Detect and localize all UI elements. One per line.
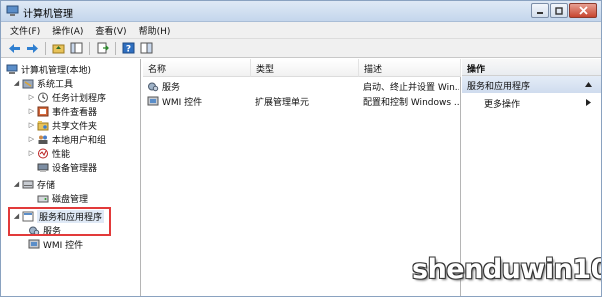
column-header-description[interactable]: 描述 [359, 59, 461, 77]
clock-icon [37, 92, 49, 103]
tree-label: 设备管理器 [52, 163, 98, 174]
tree-label: 性能 [52, 149, 71, 160]
help-button[interactable]: ? [121, 41, 136, 55]
list-row[interactable]: WMI 控件 扩展管理单元 配置和控制 Windows ... [143, 94, 461, 109]
highlight-annotation [8, 207, 111, 236]
services-icon [147, 81, 159, 92]
row-description: 配置和控制 Windows ... [363, 98, 459, 108]
back-arrow-icon [9, 43, 20, 53]
row-name-cell: 服务 [147, 80, 251, 93]
menu-file[interactable]: 文件(F) [5, 24, 47, 37]
submenu-arrow-icon [586, 99, 591, 106]
title-bar[interactable]: 计算机管理 [1, 1, 601, 22]
tree-label: 事件查看器 [52, 107, 98, 118]
expand-icon[interactable]: ▷ [27, 107, 36, 115]
expand-icon[interactable]: ▷ [27, 121, 36, 129]
performance-icon [37, 148, 49, 159]
event-viewer-icon [37, 106, 49, 117]
tree-label: 本地用户和组 [52, 135, 107, 146]
device-manager-icon [37, 162, 49, 173]
action-section-label: 服务和应用程序 [467, 82, 531, 92]
tree-item-device-manager[interactable]: 设备管理器 [36, 160, 97, 174]
console-tree-icon [70, 42, 83, 54]
tree-label: 系统工具 [37, 79, 74, 90]
action-pane-title: 操作 [462, 59, 601, 76]
tree-item-root[interactable]: 计算机管理(本地) [5, 62, 91, 76]
list-row[interactable]: 服务 启动、终止并设置 Win... [143, 79, 461, 94]
tree-label: 存储 [37, 180, 56, 191]
minimize-button[interactable] [531, 3, 549, 18]
tree-item-local-users-groups[interactable]: ▷ 本地用户和组 [27, 132, 106, 146]
export-list-button[interactable] [95, 41, 110, 55]
column-header-type[interactable]: 类型 [251, 59, 359, 77]
tree-item-shared-folders[interactable]: ▷ 共享文件夹 [27, 118, 97, 132]
tree-item-system-tools[interactable]: ◢ 系统工具 [12, 76, 73, 90]
collapse-icon[interactable]: ◢ [12, 180, 21, 188]
toolbar-separator [115, 41, 116, 55]
back-button[interactable] [7, 41, 22, 55]
tree-item-task-scheduler[interactable]: ▷ 任务计划程序 [27, 90, 106, 104]
toolbar-separator [45, 41, 46, 55]
minimize-icon [537, 11, 543, 14]
collapse-icon[interactable]: ◢ [12, 79, 21, 87]
expand-icon[interactable]: ▷ [27, 93, 36, 101]
wmi-icon [147, 96, 159, 107]
help-icon: ? [122, 42, 135, 54]
tree-item-storage[interactable]: ◢ 存储 [12, 177, 55, 191]
forward-button[interactable] [25, 41, 40, 55]
toolbar: ? [1, 39, 601, 58]
tree-label: 磁盘管理 [52, 194, 89, 205]
forward-arrow-icon [27, 43, 38, 53]
menu-help[interactable]: 帮助(H) [134, 24, 178, 37]
storage-icon [22, 179, 34, 190]
folder-up-icon [52, 44, 65, 54]
row-name: WMI 控件 [162, 98, 203, 108]
column-header-name[interactable]: 名称 [143, 59, 251, 77]
export-icon [97, 42, 109, 54]
maximize-icon [555, 6, 563, 15]
tree-label: 计算机管理(本地) [21, 65, 92, 76]
show-hide-tree-button[interactable] [69, 41, 84, 55]
more-actions-label: 更多操作 [484, 100, 521, 110]
row-name: 服务 [162, 83, 181, 93]
close-button[interactable] [569, 3, 597, 18]
tree-item-disk-management[interactable]: 磁盘管理 [36, 191, 88, 205]
more-actions-item[interactable]: 更多操作 [462, 95, 601, 110]
action-section-services-and-applications[interactable]: 服务和应用程序 [462, 76, 601, 93]
tools-icon [22, 78, 34, 89]
tree-label: WMI 控件 [43, 240, 84, 251]
tree-label: 任务计划程序 [52, 93, 107, 104]
watermark-text: shenduwin10.com [412, 254, 601, 285]
menu-action[interactable]: 操作(A) [47, 24, 90, 37]
users-icon [37, 134, 49, 145]
computer-management-icon [6, 5, 19, 17]
shared-folder-icon [37, 120, 49, 131]
computer-management-icon [6, 64, 18, 75]
expand-icon[interactable]: ▷ [27, 149, 36, 157]
computer-management-window: 计算机管理 文件(F) 操作(A) 查看(V) 帮助(H) ? 计算机管理(本地… [0, 0, 602, 297]
toolbar-separator [89, 41, 90, 55]
tree-item-wmi-control[interactable]: WMI 控件 [27, 237, 83, 251]
action-pane-icon [140, 42, 153, 54]
row-description: 启动、终止并设置 Win... [363, 83, 459, 93]
row-type: 扩展管理单元 [255, 98, 310, 108]
maximize-button[interactable] [550, 3, 568, 18]
tree-item-event-viewer[interactable]: ▷ 事件查看器 [27, 104, 97, 118]
collapse-section-icon[interactable] [585, 82, 592, 87]
row-name-cell: WMI 控件 [147, 95, 251, 108]
show-action-pane-button[interactable] [139, 41, 154, 55]
disk-icon [37, 193, 49, 204]
tree-item-performance[interactable]: ▷ 性能 [27, 146, 70, 160]
console-tree: 计算机管理(本地) ◢ 系统工具 ▷ 任务计划程序 ▷ 事件查看器 ▷ 共享文件… [1, 59, 141, 296]
up-level-button[interactable] [51, 41, 66, 55]
menu-view[interactable]: 查看(V) [90, 24, 133, 37]
tree-label: 共享文件夹 [52, 121, 98, 132]
close-icon [578, 6, 588, 15]
wmi-icon [28, 239, 40, 250]
window-title: 计算机管理 [23, 9, 73, 20]
svg-text:?: ? [126, 45, 131, 55]
menu-bar: 文件(F) 操作(A) 查看(V) 帮助(H) [1, 22, 601, 39]
expand-icon[interactable]: ▷ [27, 135, 36, 143]
